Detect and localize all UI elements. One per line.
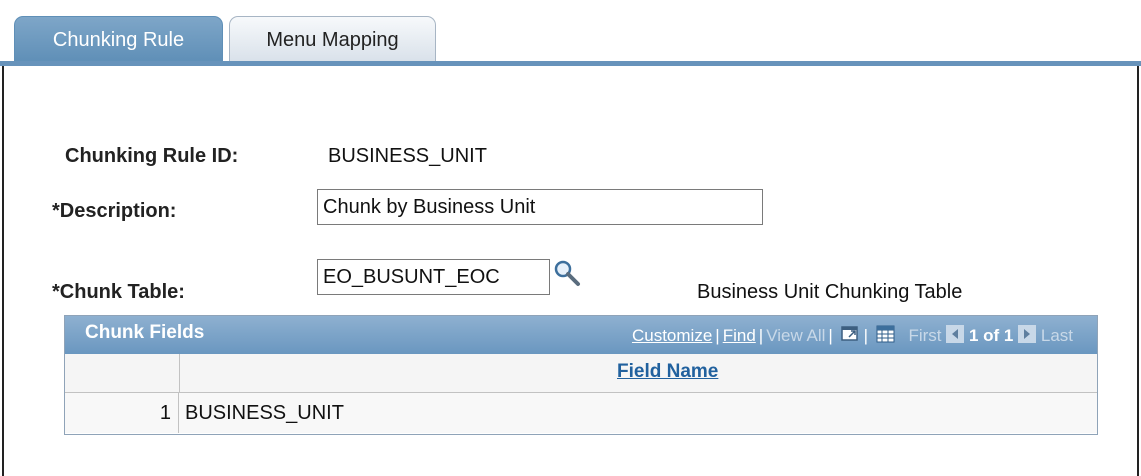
- row-number-header: [65, 354, 180, 392]
- find-link[interactable]: Find: [723, 326, 756, 345]
- grid-column-header-row: Field Name: [65, 354, 1097, 393]
- customize-link[interactable]: Customize: [632, 326, 712, 345]
- rule-id-value: BUSINESS_UNIT: [328, 145, 487, 167]
- grid-title: Chunk Fields: [85, 322, 205, 343]
- spreadsheet-icon[interactable]: [876, 325, 896, 348]
- chunk-table-description: Business Unit Chunking Table: [697, 281, 963, 303]
- chunk-fields-grid: Chunk Fields Customize | Find | View All | | …: [64, 315, 1098, 435]
- tab-bar: Chunking Rule Menu Mapping: [0, 0, 1141, 66]
- view-all-link[interactable]: View All: [766, 326, 825, 345]
- tab-menu-mapping[interactable]: Menu Mapping: [229, 16, 436, 62]
- tab-chunking-rule[interactable]: Chunking Rule: [14, 16, 223, 62]
- magnifier-icon[interactable]: [552, 258, 586, 292]
- row-number: 1: [65, 393, 179, 433]
- previous-icon[interactable]: [946, 325, 965, 348]
- table-row: 1 BUSINESS_UNIT: [65, 393, 1097, 433]
- first-label: First: [908, 325, 942, 345]
- next-icon[interactable]: [1018, 325, 1037, 348]
- field-name-header[interactable]: Field Name: [617, 361, 718, 383]
- last-label: Last: [1040, 325, 1073, 345]
- pager-status: 1 of 1: [968, 325, 1014, 345]
- description-input[interactable]: [317, 189, 763, 225]
- description-label: *Description:: [52, 200, 177, 222]
- field-name-cell: BUSINESS_UNIT: [185, 402, 344, 424]
- chunk-table-label: *Chunk Table:: [52, 281, 185, 303]
- new-window-icon[interactable]: [840, 325, 861, 348]
- rule-id-label: Chunking Rule ID:: [65, 145, 239, 167]
- grid-header-bar: Chunk Fields Customize | Find | View All | | …: [65, 316, 1097, 354]
- grid-toolbar: Customize | Find | View All | | First 1 of 1 …: [632, 325, 1073, 348]
- chunk-table-input[interactable]: [317, 259, 550, 295]
